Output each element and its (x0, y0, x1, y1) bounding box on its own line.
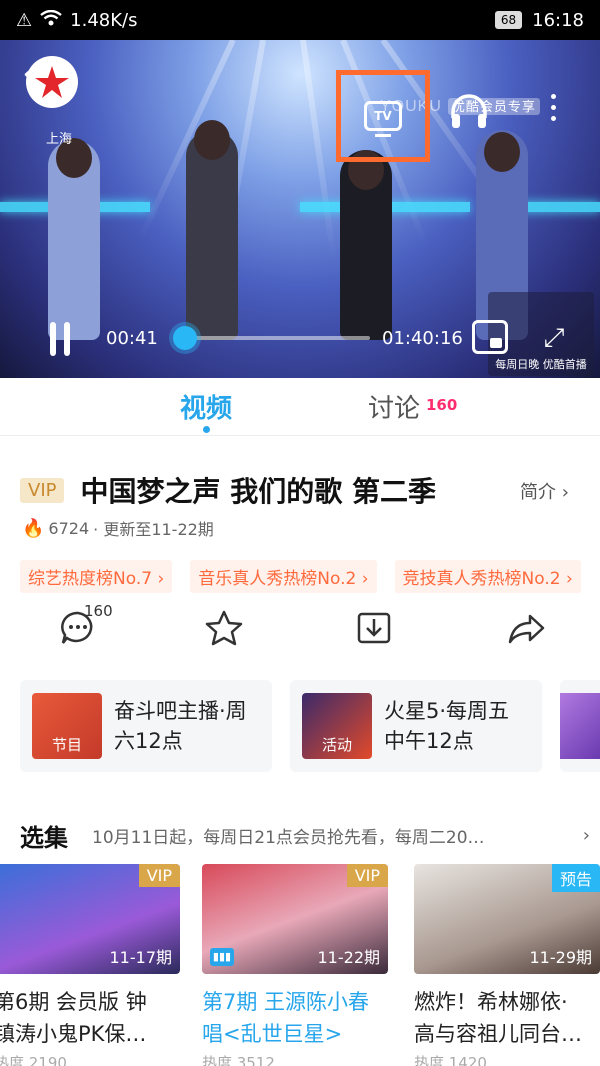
promo-text-line: 火星5·每周五 (384, 699, 510, 723)
promo-text: 奋斗吧主播·周 六12点 (114, 696, 247, 756)
episodes-title: 选集 (20, 823, 68, 852)
episode-name: 燃炸！希林娜依· 高与容祖儿同台… (414, 986, 600, 1050)
rank-chip[interactable]: 音乐真人秀热榜No.2 › (190, 560, 377, 593)
episode-thumbnail: VIP ▮▮▮ 11-22期 (202, 864, 388, 974)
episodes-header[interactable]: 选集 10月11日起，每周日21点会员抢先看，每周二20… › (20, 818, 590, 852)
performer-head (194, 120, 230, 160)
video-player[interactable]: ‹ 上海 YOUKU 优酷会员专享 TV 00:41 01:40:16 每周日晚 … (0, 40, 600, 378)
episode-card[interactable]: VIP 11-17期 第6期 会员版 钟 镇涛小鬼PK保… 热度 2190 (0, 864, 180, 1066)
vip-badge: VIP (20, 477, 65, 503)
intro-link[interactable]: 简介 › (520, 478, 569, 504)
now-playing-icon: ▮▮▮ (210, 948, 234, 966)
total-time: 01:40:16 (382, 328, 463, 349)
episode-name-line: 唱<乱世巨星> (202, 1022, 343, 1046)
picture-in-picture-icon[interactable] (472, 320, 508, 354)
promo-card-partial[interactable] (560, 680, 600, 772)
rank-chip[interactable]: 竞技真人秀热榜No.2 › (394, 560, 581, 593)
episode-heat: 热度 1420 (414, 1054, 487, 1066)
wifi-icon (40, 9, 62, 31)
episode-name-line: 第7期 王源陈小春 (202, 990, 370, 1014)
led-strip (520, 202, 600, 212)
episode-name-line: 镇涛小鬼PK保… (0, 1022, 147, 1046)
episode-name-line: 第6期 会员版 钟 (0, 990, 147, 1014)
fullscreen-icon[interactable]: ⤢ (536, 320, 572, 356)
promo-text-line: 六12点 (114, 729, 183, 753)
discuss-count: 160 (426, 396, 458, 414)
episode-heat: 热度 2190 (0, 1054, 67, 1066)
chevron-right-icon: › (582, 824, 590, 846)
status-bar: ⚠ 1.48K/s 68 16:18 (0, 0, 600, 40)
promo-card[interactable]: 节目 奋斗吧主播·周 六12点 (20, 680, 272, 772)
episode-name: 第7期 王源陈小春 唱<乱世巨星> (202, 986, 388, 1050)
more-options-icon[interactable] (544, 94, 562, 134)
show-title: 中国梦之声 我们的歌 第二季 (80, 475, 436, 508)
episode-date: 11-22期 (317, 948, 381, 967)
vip-badge: VIP (138, 864, 180, 887)
rank-chips: 综艺热度榜No.7 › 音乐真人秀热榜No.2 › 竞技真人秀热榜No.2 › (20, 560, 581, 593)
status-left: ⚠ 1.48K/s (16, 9, 138, 31)
alert-icon: ⚠ (16, 9, 33, 31)
episode-card[interactable]: VIP ▮▮▮ 11-22期 第7期 王源陈小春 唱<乱世巨星> 热度 3512 (202, 864, 388, 1066)
battery-icon: 68 (494, 11, 523, 29)
update-status: · 更新至11-22期 (93, 520, 214, 539)
show-meta: 🔥 6724 · 更新至11-22期 (22, 516, 214, 540)
episode-card[interactable]: 预告 11-29期 燃炸！希林娜依· 高与容祖儿同台… 热度 1420 (414, 864, 600, 1066)
episodes-schedule-note: 10月11日起，每周日21点会员抢先看，每周二20… (92, 827, 485, 848)
comment-count: 160 (84, 602, 113, 620)
episode-list: VIP 11-17期 第6期 会员版 钟 镇涛小鬼PK保… 热度 2190 VI… (0, 864, 600, 1066)
stage-light (300, 40, 337, 259)
promo-text-line: 奋斗吧主播·周 (114, 699, 247, 723)
tab-video[interactable]: 视频 (180, 388, 232, 425)
pause-icon[interactable] (50, 322, 78, 356)
promo-card[interactable]: 活动 火星5·每周五 中午12点 (290, 680, 542, 772)
performer-head (484, 132, 520, 172)
active-tab-indicator (203, 426, 210, 433)
headphone-icon[interactable] (448, 90, 490, 132)
promo-text-line: 中午12点 (384, 729, 474, 753)
tab-discuss[interactable]: 讨论 (368, 388, 420, 425)
episode-name-line: 高与容祖儿同台… (414, 1022, 582, 1046)
star-icon (205, 610, 243, 646)
tv-icon: TV (364, 101, 402, 137)
channel-caption: 上海 (46, 132, 73, 147)
cast-tv-button[interactable]: TV (336, 70, 430, 162)
episode-date: 11-17期 (109, 948, 173, 967)
episode-heat: 热度 3512 (202, 1054, 275, 1066)
download-button[interactable] (352, 608, 396, 652)
status-right: 68 16:18 (494, 9, 584, 31)
heat-count: 6724 (48, 518, 90, 538)
current-time: 00:41 (106, 328, 158, 349)
download-icon (357, 612, 391, 644)
progress-thumb[interactable] (173, 326, 198, 350)
episode-name: 第6期 会员版 钟 镇涛小鬼PK保… (0, 986, 180, 1050)
promo-text: 火星5·每周五 中午12点 (384, 696, 509, 756)
content-tabs: 视频 讨论 160 (0, 378, 600, 436)
progress-track[interactable] (184, 336, 370, 340)
promo-cards: 节目 奋斗吧主播·周 六12点 活动 火星5·每周五 中午12点 (20, 680, 600, 772)
vip-badge: VIP (346, 864, 388, 887)
performer-figure (186, 130, 238, 340)
show-title-row: VIP 中国梦之声 我们的歌 第二季 (20, 470, 590, 510)
episode-name-line: 燃炸！希林娜依· (414, 990, 568, 1014)
promo-thumbnail: 活动 (302, 693, 372, 759)
promo-thumbnail: 节目 (32, 693, 102, 759)
clock: 16:18 (532, 9, 584, 31)
episode-date: 11-29期 (529, 948, 593, 967)
share-icon (508, 614, 545, 644)
rank-chip[interactable]: 综艺热度榜No.7 › (20, 560, 173, 593)
episode-thumbnail: 预告 11-29期 (414, 864, 600, 974)
share-button[interactable] (504, 608, 548, 652)
episode-thumbnail: VIP 11-17期 (0, 864, 180, 974)
favorite-button[interactable] (202, 608, 246, 652)
back-icon[interactable]: ‹ (22, 56, 62, 96)
flame-icon: 🔥 (22, 517, 45, 539)
preview-badge: 预告 (551, 864, 600, 892)
network-speed: 1.48K/s (70, 9, 138, 31)
action-bar: 160 (0, 600, 600, 660)
